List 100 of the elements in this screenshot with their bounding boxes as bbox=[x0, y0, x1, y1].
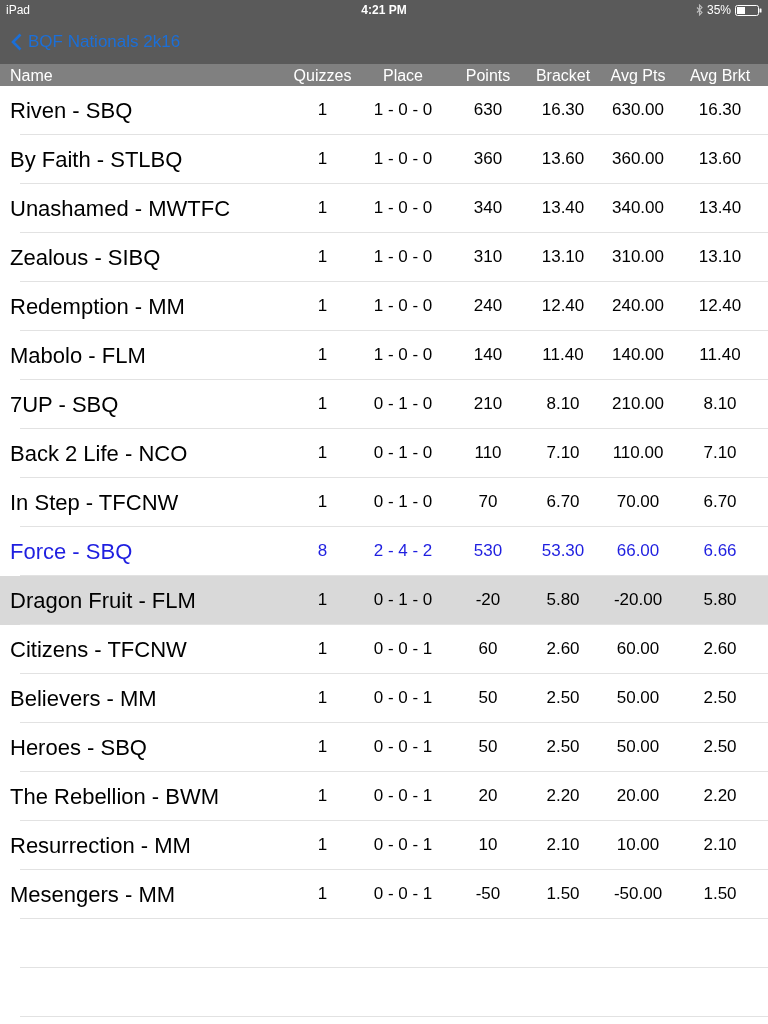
table-cell-text: 1 - 0 - 0 bbox=[373, 197, 433, 220]
team-name: Believers - MM bbox=[9, 684, 157, 713]
table-cell-text: 6.70 bbox=[546, 491, 580, 514]
table-cell-text: 1 - 0 - 0 bbox=[373, 246, 433, 269]
table-cell-text: 13.60 bbox=[698, 148, 742, 171]
team-name: Mesengers - MM bbox=[9, 880, 176, 909]
table-cell-text: 2.50 bbox=[546, 736, 580, 759]
table-cell-text: 13.40 bbox=[698, 197, 742, 220]
team-name: Riven - SBQ bbox=[9, 96, 133, 125]
team-name: Citizens - TFCNW bbox=[9, 635, 187, 664]
table-cell-text: 340 bbox=[473, 197, 503, 220]
table-cell-text: 11.40 bbox=[542, 344, 584, 367]
table-cell-text: 1 bbox=[317, 442, 328, 465]
table-cell-text: 53.30 bbox=[541, 540, 585, 563]
table-cell-text: 2.50 bbox=[546, 687, 580, 710]
table-cell-text: 12.40 bbox=[698, 295, 742, 318]
table-cell-text: 2.60 bbox=[546, 638, 580, 661]
table-cell-text: 0 - 1 - 0 bbox=[373, 589, 433, 612]
team-name: Zealous - SIBQ bbox=[9, 243, 161, 272]
table-cell-text: 20 bbox=[478, 785, 498, 808]
table-cell-text: 2.10 bbox=[703, 834, 737, 857]
table-cell-text: 1 bbox=[317, 785, 328, 808]
table-cell-text: 50 bbox=[478, 687, 498, 710]
team-name: Resurrection - MM bbox=[9, 831, 191, 860]
battery-percentage: 35% bbox=[706, 2, 731, 19]
table-cell-text: 8.10 bbox=[546, 393, 580, 416]
team-name: Dragon Fruit - FLM bbox=[9, 586, 196, 615]
table-cell-text: 50.00 bbox=[616, 687, 660, 710]
table-cell-text: 20.00 bbox=[616, 785, 660, 808]
table-cell-text: 0 - 0 - 1 bbox=[373, 785, 433, 808]
table-cell-text: 0 - 0 - 1 bbox=[373, 883, 433, 906]
table-cell-text: 1.50 bbox=[703, 883, 737, 906]
team-name: Unashamed - MWTFC bbox=[9, 194, 231, 223]
table-cell-text: 530 bbox=[473, 540, 503, 563]
table-cell-text: 6.70 bbox=[703, 491, 737, 514]
table-cell-text: 16.30 bbox=[698, 99, 742, 122]
table-cell-text: 50.00 bbox=[616, 736, 660, 759]
device-name: iPad bbox=[6, 2, 31, 19]
table-cell-text: 12.40 bbox=[541, 295, 585, 318]
table-cell-text: 0 - 0 - 1 bbox=[373, 834, 433, 857]
chevron-left-icon bbox=[11, 33, 22, 51]
table-cell-text: 240 bbox=[473, 295, 503, 318]
team-name: Mabolo - FLM bbox=[9, 341, 146, 370]
column-header: Avg Brkt bbox=[689, 66, 751, 86]
table-cell-text: 0 - 0 - 1 bbox=[373, 638, 433, 661]
table-cell-text: 1 bbox=[317, 687, 328, 710]
table-cell-text: 1 bbox=[317, 834, 328, 857]
table-cell-text: 60 bbox=[478, 638, 498, 661]
table-cell-text: 2.60 bbox=[703, 638, 737, 661]
table-cell-text: -20 bbox=[475, 589, 501, 612]
table-cell-text: 0 - 0 - 1 bbox=[373, 687, 433, 710]
status-time: 4:21 PM bbox=[361, 2, 407, 19]
table-row[interactable]: Dragon Fruit - FLM 1 0 - 1 - 0 -20 5.80 -20.00 5.80 bbox=[0, 576, 768, 624]
table-cell-text: 0 - 0 - 1 bbox=[373, 736, 433, 759]
table-cell-text: 50 bbox=[478, 736, 498, 759]
table-cell-text: 1 bbox=[317, 589, 328, 612]
table-cell-text: 1.50 bbox=[546, 883, 580, 906]
table-cell-text: 1 - 0 - 0 bbox=[373, 295, 433, 318]
column-header: Bracket bbox=[535, 66, 591, 86]
table-cell-text: 2.50 bbox=[703, 687, 737, 710]
table-cell-text: 1 bbox=[317, 295, 328, 318]
table-cell-text: 7.10 bbox=[703, 442, 737, 465]
table-cell-text: 10.00 bbox=[616, 834, 660, 857]
column-header: Avg Pts bbox=[610, 66, 666, 86]
table-cell-text: 1 - 0 - 0 bbox=[373, 99, 433, 122]
table-cell-text: 13.10 bbox=[698, 246, 742, 269]
table-cell-text: 1 bbox=[317, 148, 328, 171]
table-cell-text: 360.00 bbox=[612, 148, 664, 171]
table-cell-text: 140 bbox=[473, 344, 503, 367]
table-cell-text: 1 bbox=[317, 393, 328, 416]
table-cell-text: 1 - 0 - 0 bbox=[373, 344, 433, 367]
table-cell-text: 13.40 bbox=[541, 197, 585, 220]
table-cell-text: 70.00 bbox=[616, 491, 660, 514]
table-cell-text: 8 bbox=[317, 540, 328, 563]
table-cell-text: 66.00 bbox=[616, 540, 660, 563]
table-cell-text: 110.00 bbox=[612, 442, 664, 465]
table-cell-text: 6.66 bbox=[703, 540, 737, 563]
table-cell-text: 110 bbox=[474, 442, 502, 465]
table-cell-text: 5.80 bbox=[703, 589, 737, 612]
table-cell-text: 1 bbox=[317, 638, 328, 661]
table-cell-text: 1 bbox=[317, 99, 328, 122]
team-name: Redemption - MM bbox=[9, 292, 185, 321]
table-cell-text: 630 bbox=[473, 99, 503, 122]
table-cell-text: 2.10 bbox=[546, 834, 580, 857]
table-cell-text: 1 bbox=[317, 883, 328, 906]
column-header: Quizzes bbox=[293, 66, 352, 86]
table-cell-text: 8.10 bbox=[703, 393, 737, 416]
bluetooth-icon bbox=[695, 4, 703, 16]
table-cell-text: 1 bbox=[317, 491, 328, 514]
table-cell-text: 310.00 bbox=[612, 246, 664, 269]
table-cell-text: 1 - 0 - 0 bbox=[373, 148, 433, 171]
team-name: Force - SBQ bbox=[9, 537, 133, 566]
table-cell-text: 2 - 4 - 2 bbox=[373, 540, 433, 563]
column-header: Name bbox=[9, 66, 53, 86]
table-cell-text: 7.10 bbox=[546, 442, 580, 465]
table-cell-text: 13.10 bbox=[541, 246, 585, 269]
column-header: Points bbox=[465, 66, 511, 86]
column-header: Place bbox=[383, 66, 423, 86]
table-cell-text: 210 bbox=[473, 393, 503, 416]
table-cell-text: 1 bbox=[317, 197, 328, 220]
